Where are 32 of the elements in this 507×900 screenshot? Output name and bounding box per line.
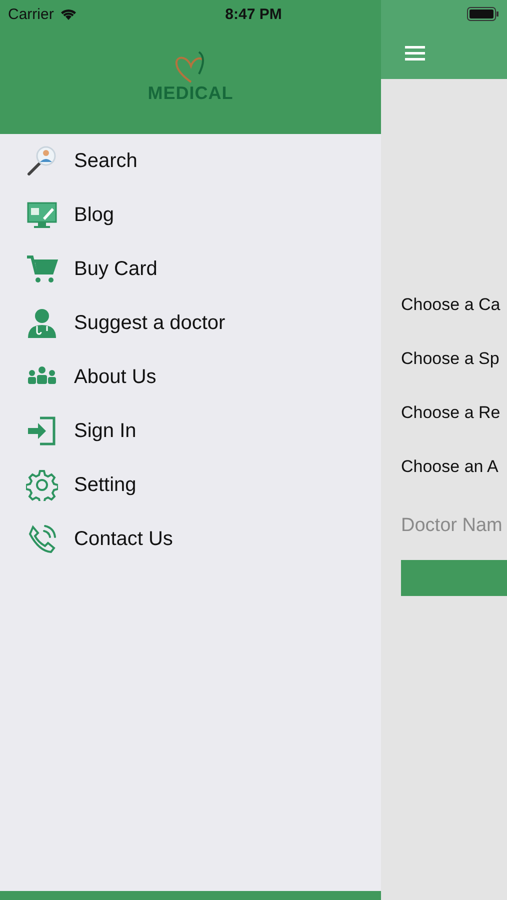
- menu-item-label: About Us: [74, 366, 156, 388]
- menu-item-label: Buy Card: [74, 258, 158, 280]
- menu-item[interactable]: Setting: [0, 458, 381, 512]
- picker-field[interactable]: Choose a Re: [401, 386, 507, 440]
- menu-item[interactable]: Suggest a doctor: [0, 296, 381, 350]
- menu-item[interactable]: Blog: [0, 188, 381, 242]
- menu-item[interactable]: Contact Us: [0, 512, 381, 566]
- settings-icon: [26, 469, 58, 501]
- clock-time: 8:47 PM: [225, 6, 282, 22]
- cart-icon: [26, 253, 58, 285]
- doctor-icon: [26, 307, 58, 339]
- picker-field[interactable]: Choose a Ca: [401, 278, 507, 332]
- sign-in-icon: [26, 415, 58, 447]
- battery-icon: [467, 7, 499, 21]
- phone-icon: [26, 523, 58, 555]
- doctor-name-field[interactable]: Doctor Nam: [401, 494, 507, 558]
- menu-item-label: Suggest a doctor: [74, 312, 226, 334]
- menu-item-label: Blog: [74, 204, 114, 226]
- menu-icon[interactable]: [405, 45, 425, 61]
- search-icon: [26, 145, 58, 177]
- wifi-icon: [60, 8, 77, 20]
- picker-field[interactable]: Choose an A: [401, 440, 507, 494]
- menu-item-label: Search: [74, 150, 138, 172]
- menu-item[interactable]: Search: [0, 134, 381, 188]
- menu-item-label: Contact Us: [74, 528, 173, 550]
- menu-item[interactable]: About Us: [0, 350, 381, 404]
- menu-item[interactable]: Buy Card: [0, 242, 381, 296]
- menu-item-label: Sign In: [74, 420, 136, 442]
- menu-item[interactable]: Sign In: [0, 404, 381, 458]
- picker-field[interactable]: Choose a Sp: [401, 332, 507, 386]
- menu-item-label: Setting: [74, 474, 136, 496]
- carrier-label: Carrier: [8, 6, 54, 22]
